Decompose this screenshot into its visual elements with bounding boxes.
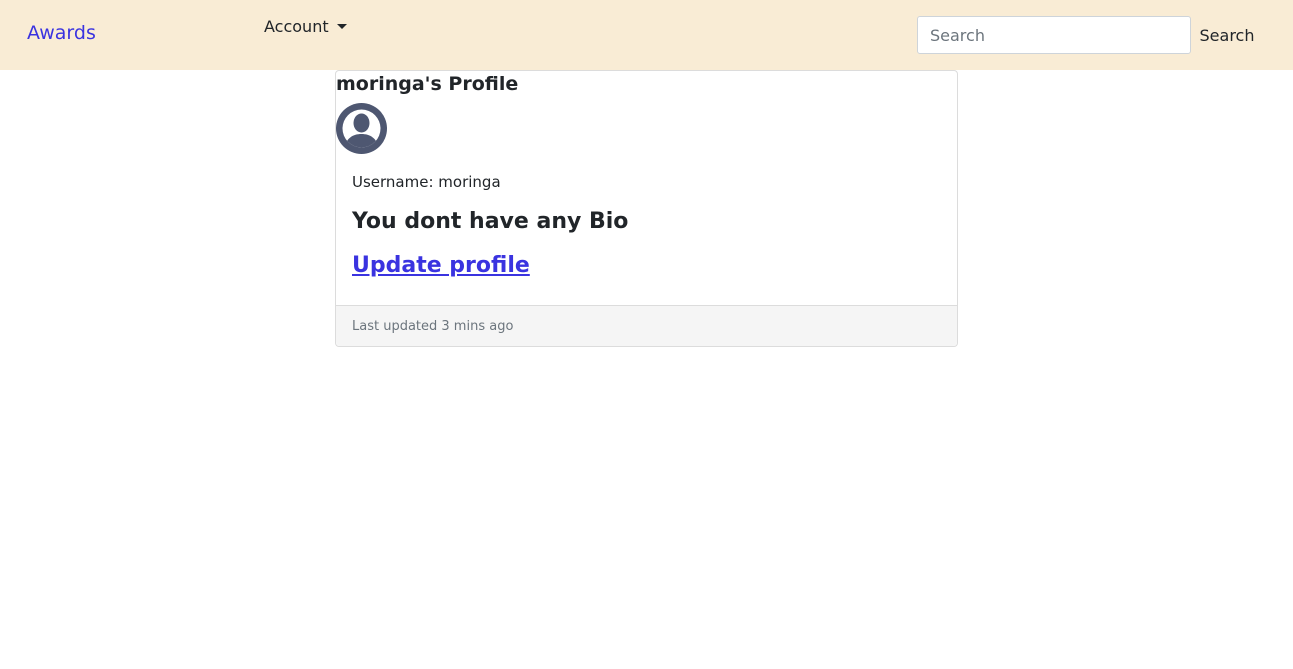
last-updated-text: Last updated 3 mins ago: [352, 319, 514, 334]
search-input[interactable]: [917, 16, 1191, 54]
account-label: Account: [264, 17, 329, 36]
profile-card: moringa's Profile Username: moringa You …: [335, 70, 958, 347]
brand-link[interactable]: Awards: [27, 22, 96, 44]
update-profile-link[interactable]: Update profile: [352, 253, 530, 278]
bio-text: You dont have any Bio: [352, 209, 629, 234]
navbar: Awards Account Search: [0, 0, 1293, 70]
account-dropdown[interactable]: Account: [264, 17, 347, 36]
username-text: Username: moringa: [352, 173, 501, 191]
profile-title: moringa's Profile: [336, 73, 519, 95]
search-button[interactable]: Search: [1196, 16, 1258, 54]
user-avatar-icon: [336, 103, 387, 154]
caret-down-icon: [336, 24, 347, 29]
card-footer: Last updated 3 mins ago: [336, 305, 957, 346]
